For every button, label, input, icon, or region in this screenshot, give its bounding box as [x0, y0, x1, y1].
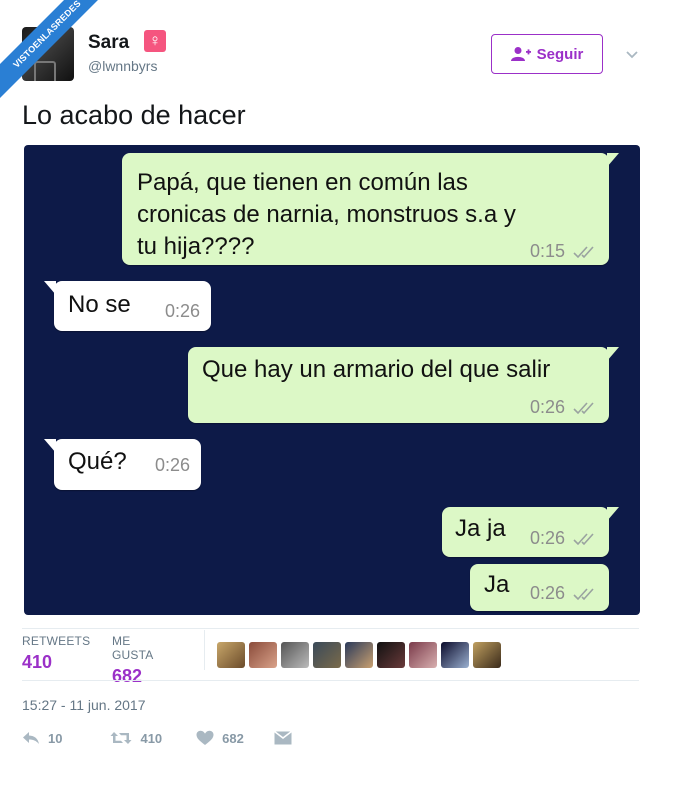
chat-bubble-3-time: 0:26 — [529, 397, 565, 417]
liker-avatar[interactable] — [249, 642, 277, 668]
chat-bubble-4: Qué? 0:26 — [44, 439, 201, 490]
tweet-timestamp[interactable]: 15:27 - 11 jun. 2017 — [22, 697, 146, 713]
stats-divider — [204, 630, 205, 670]
chevron-down-icon[interactable] — [625, 47, 639, 61]
retweet-count: 410 — [140, 730, 163, 746]
add-user-icon — [510, 47, 531, 61]
chat-bubble-1-time: 0:15 — [529, 241, 565, 261]
tweet-header: Sara ♀ @lwnnbyrs Seguir — [22, 27, 642, 87]
like-button[interactable]: 682 — [196, 730, 244, 746]
chat-bubble-6-line-1: Ja — [484, 571, 510, 598]
liker-avatar[interactable] — [281, 642, 309, 668]
chat-bubble-3: Que hay un armario del que salir 0:26 — [188, 347, 619, 423]
divider — [22, 628, 639, 629]
chat-bubble-1: Papá, que tienen en común las cronicas d… — [122, 153, 619, 265]
likes-label: ME GUSTA — [112, 634, 154, 662]
liker-avatar[interactable] — [345, 642, 373, 668]
double-check-icon — [573, 246, 594, 259]
follow-button[interactable]: Seguir — [491, 34, 603, 74]
liker-avatar[interactable] — [217, 642, 245, 668]
envelope-icon — [273, 731, 292, 745]
chat-bubble-5-line-1: Ja ja — [455, 515, 506, 542]
liker-avatar[interactable] — [313, 642, 341, 668]
chat-bubble-1-line-3: tu hija???? — [137, 233, 255, 260]
double-check-icon — [573, 588, 594, 601]
gender-badge: ♀ — [144, 30, 166, 52]
reply-button[interactable]: 10 — [22, 730, 62, 746]
double-check-icon — [573, 402, 594, 415]
like-count: 682 — [222, 730, 244, 746]
liker-avatar[interactable] — [441, 642, 469, 668]
retweets-count: 410 — [22, 652, 53, 672]
likes-count: 682 — [112, 666, 143, 686]
chat-bubble-6: Ja 0:26 — [470, 564, 609, 611]
chat-bubble-2-line-1: No se — [68, 291, 131, 318]
reply-count: 10 — [48, 730, 63, 746]
chat-bubble-5: Ja ja 0:26 — [442, 507, 619, 557]
chat-bubble-2: No se 0:26 — [44, 281, 211, 331]
likers-avatars — [217, 642, 501, 668]
tweet-actions: 10 410 682 — [22, 730, 326, 746]
heart-icon — [196, 730, 214, 745]
liker-avatar[interactable] — [409, 642, 437, 668]
chat-bubble-1-line-2: cronicas de narnia, monstruos s.a y — [137, 201, 516, 228]
reply-icon — [23, 732, 39, 744]
chat-bubble-3-line-1: Que hay un armario del que salir — [202, 356, 551, 383]
retweets-label: RETWEETS — [22, 634, 91, 648]
tweet-text: Lo acabo de hacer — [22, 100, 246, 130]
divider — [22, 680, 639, 681]
chat-bubble-2-time: 0:26 — [164, 301, 200, 321]
follow-label: Seguir — [536, 45, 584, 63]
user-name[interactable]: Sara — [88, 32, 129, 54]
retweet-icon — [110, 732, 132, 744]
user-handle[interactable]: @lwnnbyrs — [88, 58, 157, 74]
chat-bubble-1-line-1: Papá, que tienen en común las — [137, 169, 468, 196]
chat-bubble-6-time: 0:26 — [529, 583, 565, 603]
chat-screenshot: Papá, que tienen en común las cronicas d… — [24, 145, 640, 615]
liker-avatar[interactable] — [473, 642, 501, 668]
double-check-icon — [573, 533, 594, 546]
message-button[interactable] — [273, 731, 292, 745]
retweet-button[interactable]: 410 — [110, 730, 162, 746]
liker-avatar[interactable] — [377, 642, 405, 668]
chat-bubble-4-line-1: Qué? — [68, 448, 127, 475]
chat-bubble-5-time: 0:26 — [529, 528, 565, 548]
chat-bubble-4-time: 0:26 — [154, 455, 190, 475]
retweets-stat[interactable]: RETWEETS 410 — [22, 634, 90, 673]
